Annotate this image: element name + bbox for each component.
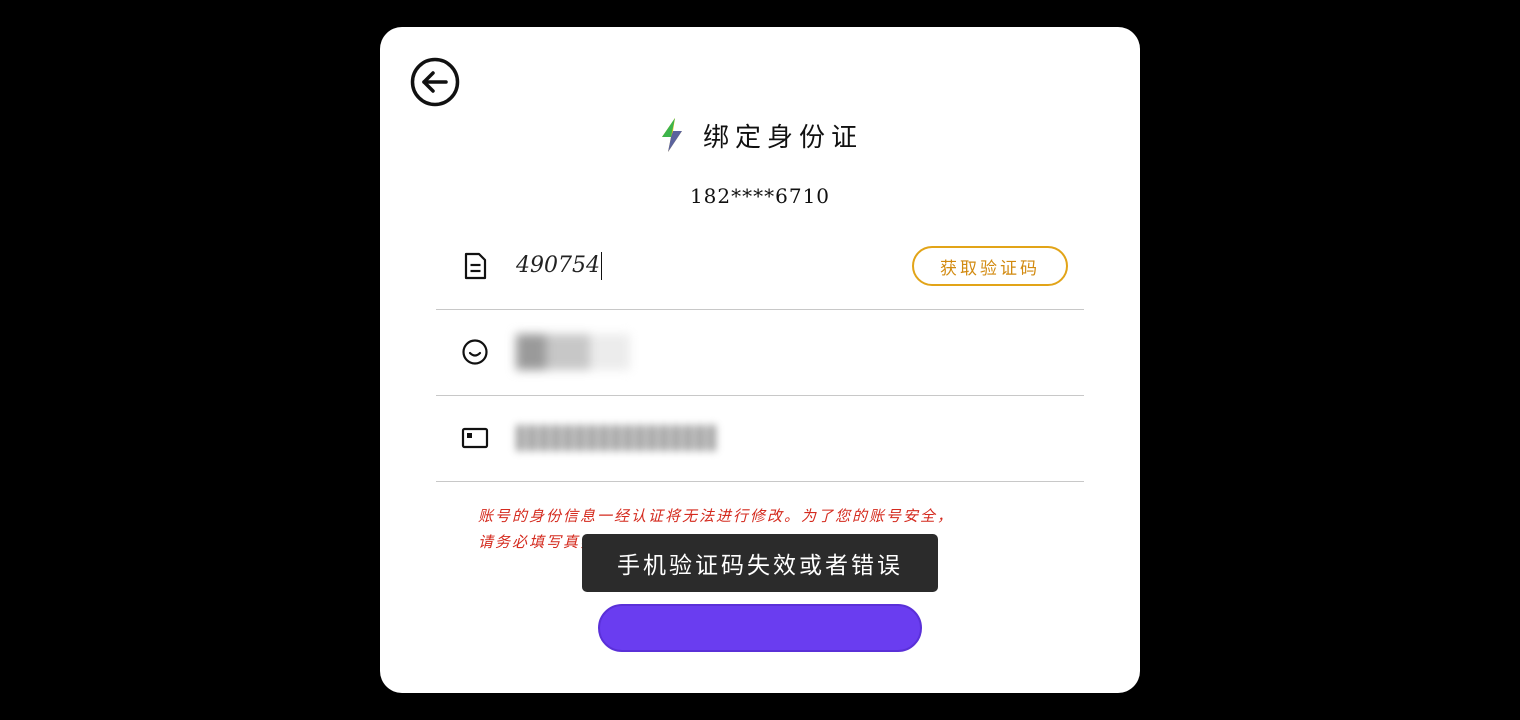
submit-button[interactable]: [598, 604, 922, 652]
document-icon: [464, 252, 487, 280]
lightning-bolt-icon: [661, 118, 682, 152]
bind-id-dialog: 绑定身份证 182****6710 490754 获取验证码 账号的身份信息一经…: [380, 27, 1140, 693]
name-field: [436, 309, 1084, 396]
title-row: 绑定身份证: [380, 115, 1140, 155]
text-cursor: [600, 252, 603, 280]
notice-line-1: 账号的身份信息一经认证将无法进行修改。为了您的账号安全，: [478, 507, 955, 525]
masked-phone: 182****6710: [689, 184, 831, 208]
arrow-left-circle-icon: [410, 57, 460, 107]
back-button[interactable]: [410, 57, 460, 107]
id-number-input-blurred[interactable]: [516, 425, 716, 451]
smile-icon: [462, 339, 488, 365]
verification-code-input[interactable]: 490754: [516, 252, 603, 280]
verification-code-field: 490754 获取验证码: [436, 223, 1084, 310]
id-card-icon: [461, 427, 489, 449]
error-toast: 手机验证码失效或者错误: [582, 534, 938, 592]
get-code-button[interactable]: 获取验证码: [912, 246, 1068, 286]
id-number-field: [436, 395, 1084, 482]
name-input-blurred[interactable]: [516, 332, 630, 372]
verification-code-value: 490754: [516, 253, 600, 278]
page-title: 绑定身份证: [702, 122, 863, 153]
